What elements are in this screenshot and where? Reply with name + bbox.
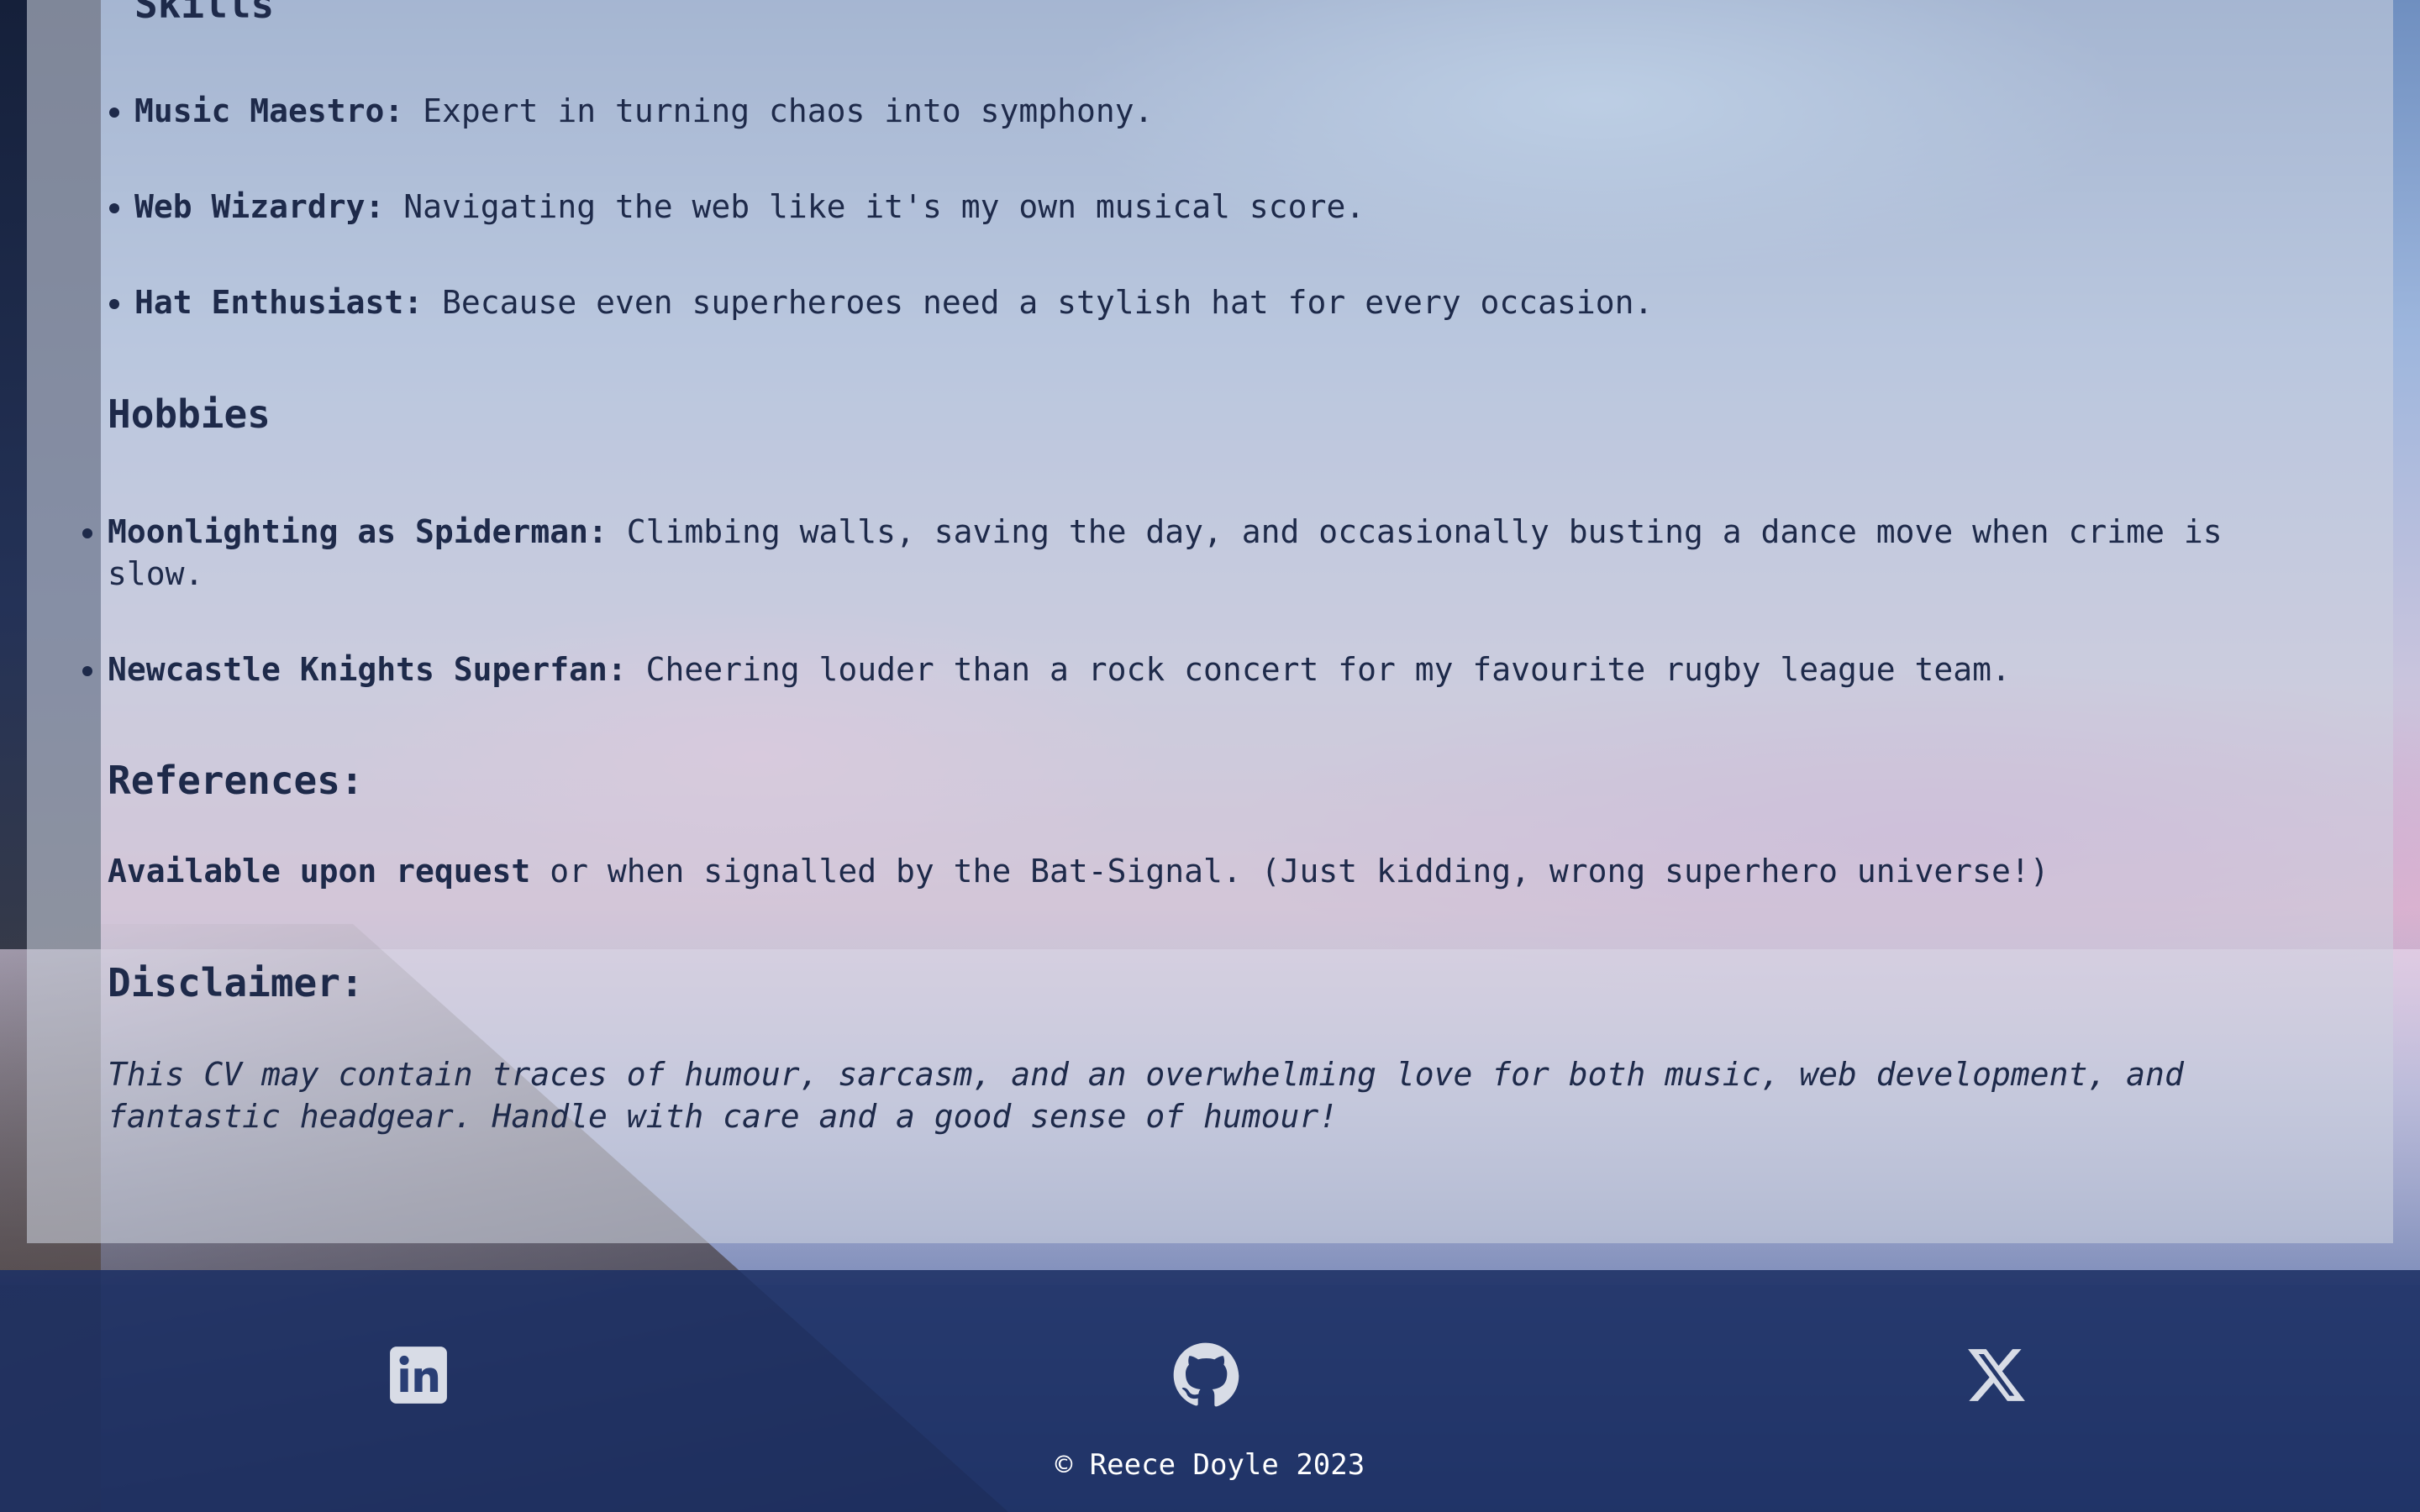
x-twitter-icon	[1968, 1349, 2025, 1401]
skill-title: Music Maestro:	[134, 92, 404, 129]
references-rest: or when signalled by the Bat-Signal. (Ju…	[530, 853, 2049, 890]
list-item: Newcastle Knights Superfan: Cheering lou…	[82, 648, 2292, 690]
github-icon	[1173, 1342, 1239, 1407]
cv-content-panel: Skills Music Maestro: Expert in turning …	[27, 0, 2393, 1243]
disclaimer-text: This CV may contain traces of humour, sa…	[108, 1056, 2184, 1135]
skill-title: Web Wizardry:	[134, 188, 385, 225]
list-item: Music Maestro: Expert in turning chaos i…	[109, 90, 2319, 132]
github-link[interactable]	[1172, 1341, 1239, 1409]
list-item: Web Wizardry: Navigating the web like it…	[109, 186, 2319, 228]
disclaimer-heading: Disclaimer:	[108, 960, 364, 1005]
references-bold: Available upon request	[108, 853, 531, 890]
hobby-text: Cheering louder than a rock concert for …	[626, 651, 2011, 688]
skill-text: Because even superheroes need a stylish …	[423, 284, 1654, 321]
skills-heading: Skills	[134, 0, 275, 27]
hobby-title: Moonlighting as Spiderman:	[108, 513, 608, 550]
skill-text: Expert in turning chaos into symphony.	[403, 92, 1154, 129]
hobby-title: Newcastle Knights Superfan:	[108, 651, 627, 688]
site-footer: © Reece Doyle 2023	[0, 1270, 2420, 1512]
copyright-text: © Reece Doyle 2023	[1055, 1448, 1365, 1482]
hobbies-heading: Hobbies	[108, 391, 271, 437]
skill-text: Navigating the web like it's my own musi…	[384, 188, 1365, 225]
list-item: Moonlighting as Spiderman: Climbing wall…	[82, 511, 2292, 595]
linkedin-link[interactable]	[385, 1341, 452, 1409]
list-item: Hat Enthusiast: Because even superheroes…	[109, 281, 2319, 323]
x-twitter-link[interactable]	[1963, 1341, 2030, 1409]
references-text: Available upon request or when signalled…	[108, 850, 2259, 892]
references-heading: References:	[108, 758, 364, 803]
skill-title: Hat Enthusiast:	[134, 284, 424, 321]
linkedin-icon	[390, 1347, 447, 1404]
